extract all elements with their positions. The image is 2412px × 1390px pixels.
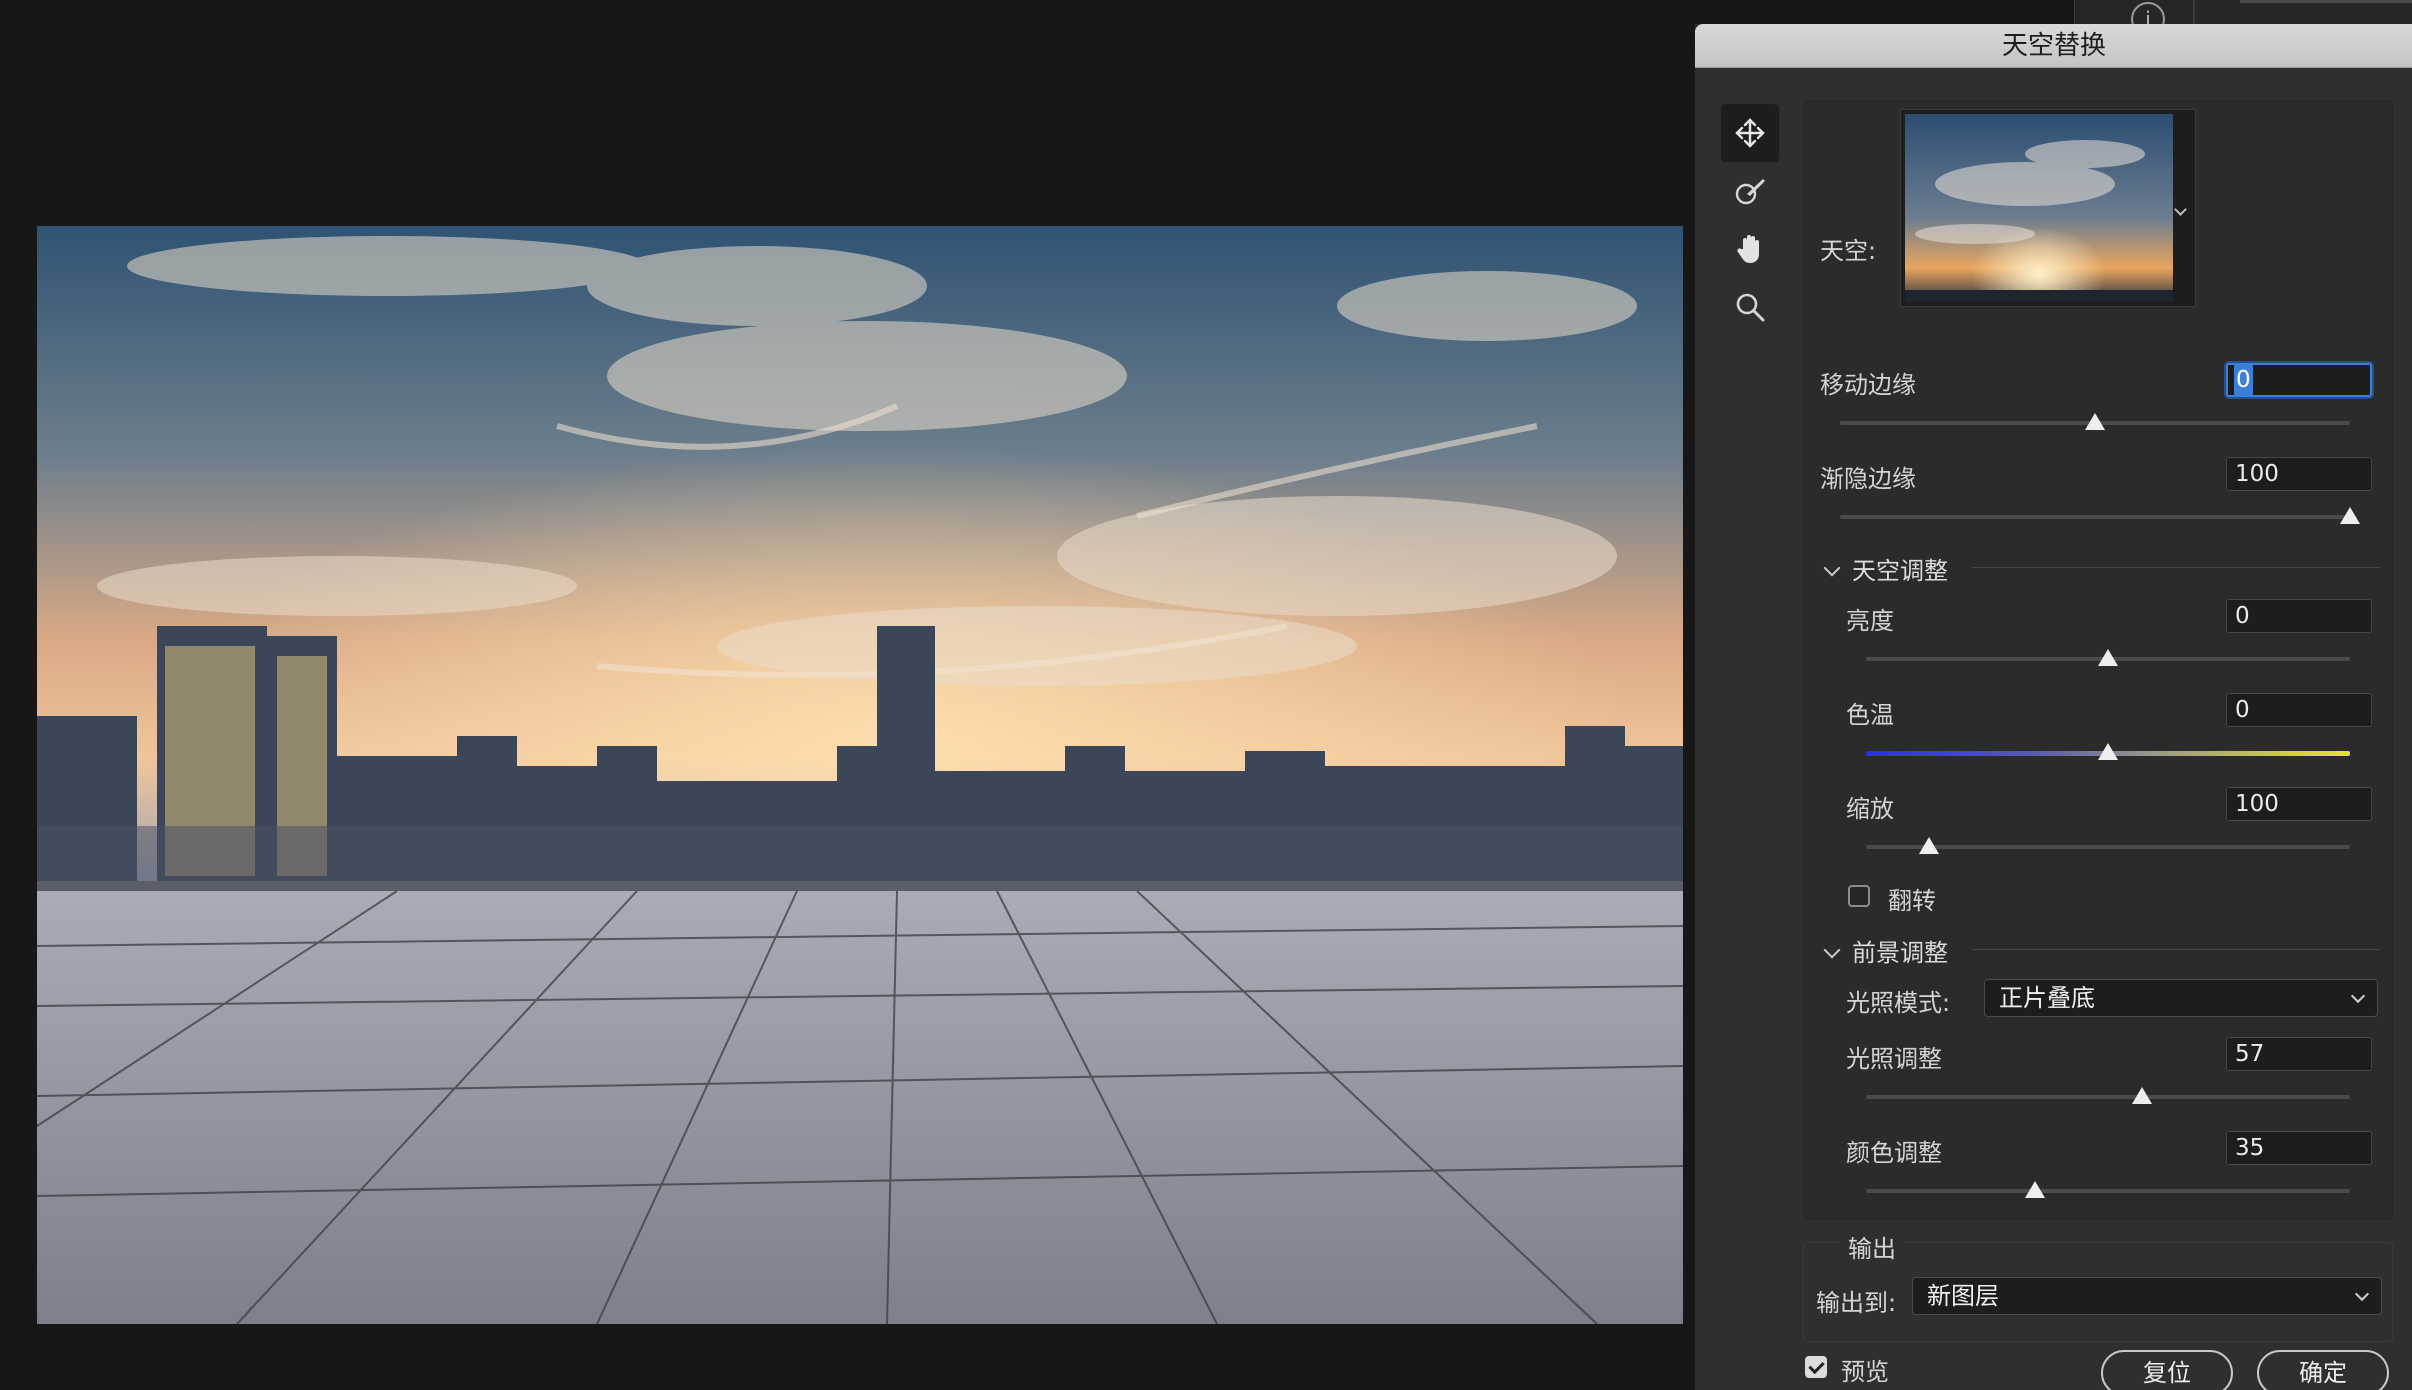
dialog-title: 天空替换: [2001, 31, 2106, 61]
output-title: 输出: [1840, 1229, 1904, 1264]
slider-thumb[interactable]: [2131, 1087, 2152, 1104]
shift-edge-label: 移动边缘: [1820, 371, 1916, 399]
preview-checkbox[interactable]: [1805, 1356, 1827, 1378]
temperature-label: 色温: [1846, 701, 1894, 729]
scale-label: 缩放: [1846, 795, 1894, 823]
lighting-mode-select[interactable]: 正片叠底: [1984, 979, 2378, 1017]
lighting-adjust-label: 光照调整: [1846, 1045, 1942, 1073]
output-panel: 输出 输出到: 新图层: [1803, 1229, 2393, 1342]
photo-preview[interactable]: [37, 226, 1683, 1324]
top-bar: [2240, 0, 2412, 3]
fade-edge-slider[interactable]: [1840, 515, 2350, 519]
preview-label: 预览: [1841, 1358, 1889, 1386]
brightness-input[interactable]: 0: [2226, 599, 2372, 633]
sky-replacement-dialog: 天空替换 天空: 移动边缘 0 渐隐边缘 100 天空调整 亮度 0 色温 0 …: [1694, 24, 2412, 1390]
hand-icon: [1737, 235, 1759, 263]
divider: [1972, 949, 2380, 950]
sky-thumbnail: [1905, 114, 2173, 302]
chevron-down-icon[interactable]: [2174, 203, 2187, 216]
chevron-down-icon: [2354, 1286, 2370, 1302]
shift-edge-input[interactable]: 0: [2226, 363, 2372, 397]
lighting-mode-label: 光照模式:: [1846, 989, 1951, 1017]
scale-input[interactable]: 100: [2226, 787, 2372, 821]
flip-label: 翻转: [1888, 887, 1936, 915]
sky-adjustments-title: 天空调整: [1852, 557, 1948, 585]
brightness-label: 亮度: [1846, 607, 1894, 635]
move-icon: [1735, 118, 1765, 148]
zoom-icon: [1736, 293, 1765, 322]
zoom-tool[interactable]: [1721, 278, 1779, 336]
tool-column: [1721, 104, 1779, 336]
slider-thumb[interactable]: [2340, 507, 2360, 524]
ok-button[interactable]: 确定: [2257, 1350, 2389, 1390]
sky-label: 天空:: [1820, 237, 1877, 265]
dialog-titlebar[interactable]: 天空替换: [1695, 24, 2412, 68]
flip-checkbox[interactable]: [1848, 885, 1870, 907]
sky-brush-tool[interactable]: [1721, 162, 1779, 220]
fade-edge-label: 渐隐边缘: [1820, 465, 1916, 493]
settings-panel: 天空: 移动边缘 0 渐隐边缘 100 天空调整 亮度 0 色温 0 缩放 10…: [1803, 100, 2393, 1220]
temperature-input[interactable]: 0: [2226, 693, 2372, 727]
lighting-mode-value: 正片叠底: [1999, 984, 2095, 1012]
slider-thumb[interactable]: [1918, 837, 1939, 854]
foreground-adjustments-header[interactable]: 前景调整: [1823, 933, 2386, 968]
chevron-down-icon: [1823, 941, 1841, 959]
foreground-adjustments-title: 前景调整: [1852, 939, 1948, 967]
output-to-value: 新图层: [1927, 1282, 1999, 1310]
hand-tool[interactable]: [1721, 220, 1779, 278]
document-canvas[interactable]: [0, 0, 1694, 1390]
color-adjust-label: 颜色调整: [1846, 1139, 1942, 1167]
output-to-label: 输出到:: [1816, 1289, 1897, 1317]
slider-thumb[interactable]: [2025, 1181, 2046, 1198]
fade-edge-input[interactable]: 100: [2226, 457, 2372, 491]
divider: [1972, 567, 2380, 568]
chevron-down-icon: [1823, 559, 1841, 577]
slider-thumb[interactable]: [2085, 413, 2105, 430]
output-to-select[interactable]: 新图层: [1912, 1277, 2382, 1315]
lighting-adjust-input[interactable]: 57: [2226, 1037, 2372, 1071]
chevron-down-icon: [2350, 988, 2366, 1004]
color-adjust-slider[interactable]: [1866, 1189, 2350, 1193]
brush-icon: [1735, 179, 1765, 205]
lighting-adjust-slider[interactable]: [1866, 1095, 2350, 1099]
separator: [2193, 0, 2195, 24]
color-adjust-input[interactable]: 35: [2226, 1131, 2372, 1165]
slider-thumb[interactable]: [2098, 743, 2118, 760]
sky-preset-picker[interactable]: [1900, 109, 2196, 307]
reset-button[interactable]: 复位: [2101, 1350, 2233, 1390]
photo-image: [37, 226, 1683, 1324]
sky-adjustments-header[interactable]: 天空调整: [1823, 551, 2386, 586]
move-sky-tool[interactable]: [1721, 104, 1779, 162]
top-strip: i: [2074, 0, 2412, 36]
slider-thumb[interactable]: [2098, 649, 2118, 666]
